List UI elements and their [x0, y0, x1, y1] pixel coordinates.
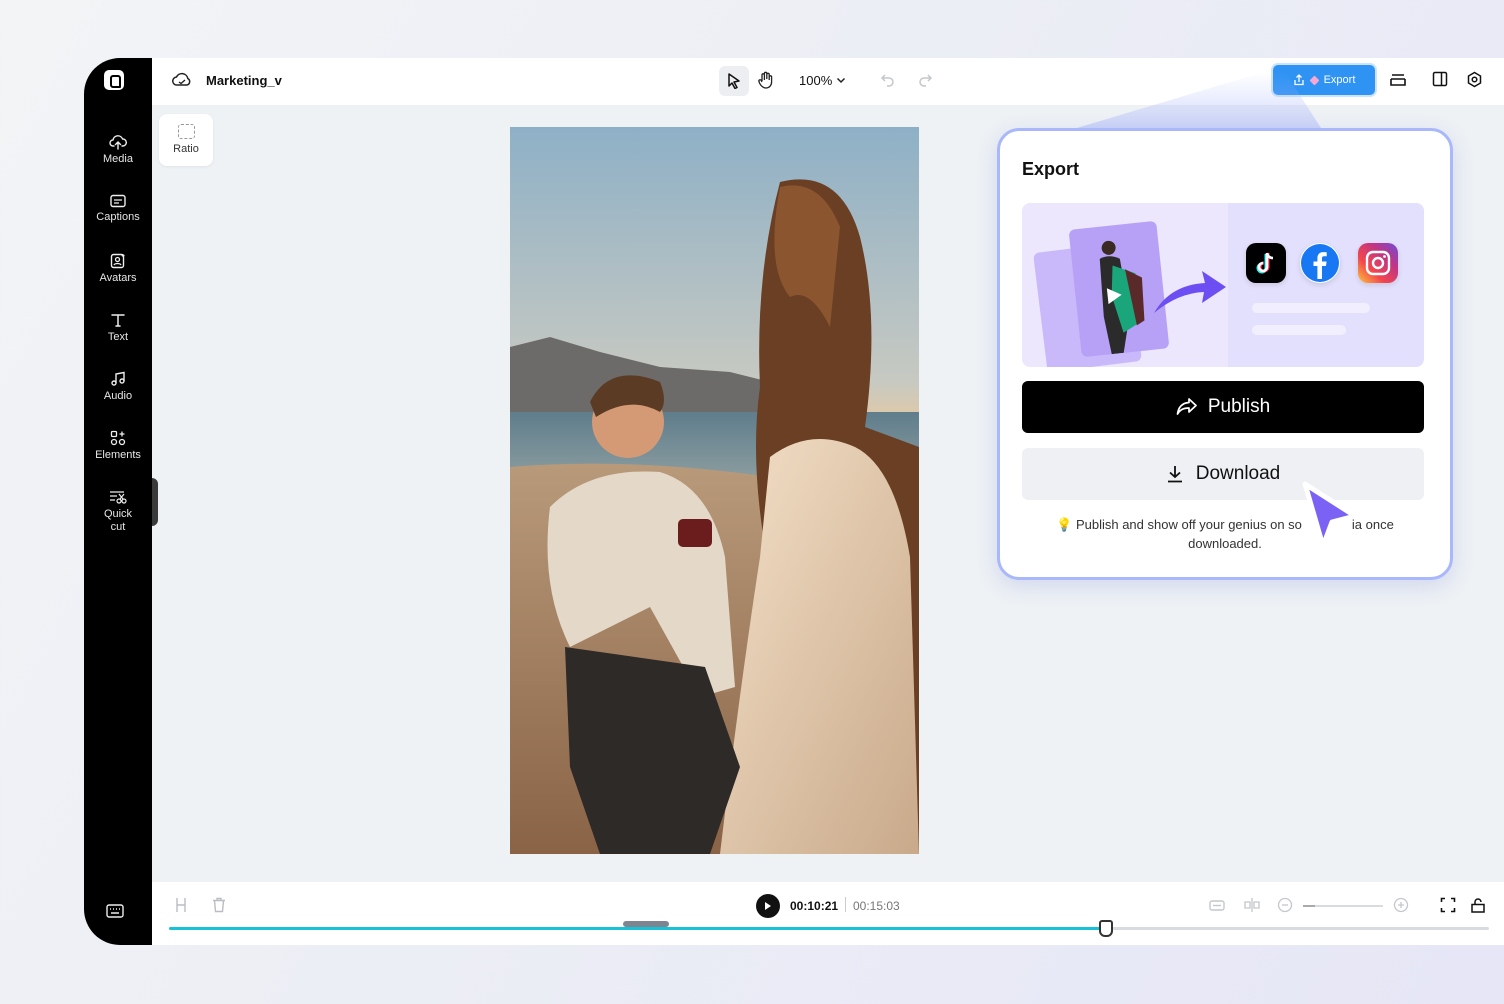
- playback-bar: 00:10:21 00:15:03: [152, 882, 1504, 945]
- avatar-icon: [110, 253, 125, 269]
- publish-label: Publish: [1207, 396, 1271, 417]
- zoom-in-icon[interactable]: [1393, 897, 1409, 913]
- pointer-icon: [728, 73, 740, 89]
- lightbulb-icon: 💡: [1056, 517, 1073, 532]
- layers-icon[interactable]: [1389, 71, 1407, 89]
- sidebar-item-media[interactable]: Media: [84, 134, 152, 166]
- current-time: 00:10:21: [790, 899, 839, 913]
- premium-gem-icon: [1309, 75, 1320, 85]
- ratio-icon: [177, 124, 195, 139]
- fullscreen-icon[interactable]: [1440, 897, 1456, 913]
- sidebar-label-media: Media: [103, 153, 133, 165]
- split-icon[interactable]: [174, 897, 188, 913]
- instagram-icon: [1358, 243, 1398, 283]
- time-separator: [845, 897, 846, 912]
- sidebar-item-audio[interactable]: Audio: [84, 371, 152, 403]
- playhead-handle[interactable]: [1099, 920, 1114, 937]
- split-audio-icon[interactable]: [1243, 897, 1261, 913]
- sidebar-label-text: Text: [107, 331, 129, 343]
- total-time: 00:15:03: [853, 899, 900, 913]
- video-frame-image: [510, 127, 919, 854]
- elements-icon: [110, 430, 126, 446]
- lock-icon[interactable]: [1470, 897, 1486, 913]
- timeline-scroll-thumb[interactable]: [623, 921, 669, 927]
- quick-cut-icon: [110, 491, 127, 504]
- facebook-icon: [1300, 243, 1340, 283]
- hand-tool-icon[interactable]: [758, 71, 774, 89]
- banner-social-area: [1228, 203, 1424, 367]
- sidebar-label-audio: Audio: [103, 390, 133, 402]
- download-label: Download: [1195, 463, 1281, 484]
- export-button-label: Export: [1323, 74, 1356, 86]
- project-name[interactable]: Marketing_v: [206, 73, 282, 88]
- mouse-pointer-icon: [1302, 481, 1358, 549]
- sidebar-label-quick-cut: Quick cut: [103, 508, 133, 533]
- sidebar-label-captions: Captions: [96, 211, 140, 223]
- export-panel: Export Publish Download 💡 Publish and sh…: [997, 128, 1453, 580]
- download-button[interactable]: Download: [1022, 448, 1424, 500]
- music-icon: [111, 371, 125, 386]
- export-note-text: Publish and show off your genius on so: [1075, 517, 1302, 532]
- sidebar-label-elements: Elements: [95, 449, 141, 461]
- sidebar-collapse-handle[interactable]: [152, 478, 158, 526]
- download-icon: [1167, 466, 1182, 483]
- undo-icon[interactable]: [880, 72, 896, 88]
- ratio-label: Ratio: [173, 143, 199, 155]
- keyboard-shortcuts-button[interactable]: [106, 904, 124, 923]
- zoom-value: 100%: [799, 73, 833, 88]
- share-upload-icon: [1293, 74, 1304, 86]
- delete-icon[interactable]: [212, 897, 226, 913]
- sidebar-item-avatars[interactable]: Avatars: [84, 253, 152, 285]
- sidebar-label-avatars: Avatars: [99, 272, 137, 284]
- zoom-dropdown[interactable]: 100%: [799, 73, 846, 88]
- export-illustration: [1022, 203, 1424, 367]
- cloud-upload-icon: [109, 135, 127, 150]
- cloud-sync-icon[interactable]: [172, 72, 192, 88]
- chevron-down-icon: [837, 77, 846, 84]
- text-icon: [111, 314, 125, 327]
- play-button[interactable]: [756, 894, 780, 918]
- redo-icon[interactable]: [917, 72, 933, 88]
- publish-button[interactable]: Publish: [1022, 381, 1424, 433]
- sidebar-item-text[interactable]: Text: [84, 312, 152, 344]
- video-preview[interactable]: [510, 127, 919, 854]
- timeline-zoom-slider[interactable]: [1303, 905, 1383, 907]
- timeline-track[interactable]: [169, 927, 1489, 930]
- play-icon: [765, 902, 771, 910]
- keyboard-icon: [106, 904, 124, 918]
- placeholder-line: [1252, 303, 1370, 313]
- ratio-button[interactable]: Ratio: [159, 114, 213, 166]
- select-tool-button[interactable]: [719, 66, 749, 96]
- panel-layout-icon[interactable]: [1432, 71, 1448, 87]
- placeholder-line: [1252, 325, 1346, 335]
- caption-sync-icon[interactable]: [1208, 897, 1226, 913]
- tiktok-icon: [1246, 243, 1286, 283]
- settings-icon[interactable]: [1466, 71, 1483, 88]
- sidebar-item-captions[interactable]: Captions: [84, 194, 152, 224]
- export-panel-title: Export: [1022, 159, 1080, 179]
- share-arrow-icon: [1176, 398, 1197, 415]
- captions-icon: [110, 194, 126, 208]
- arrow-right-icon: [1154, 271, 1226, 313]
- left-sidebar: Media Captions Avatars Text Audio Elemen…: [84, 58, 152, 945]
- sidebar-item-quick-cut[interactable]: Quick cut: [84, 489, 152, 534]
- sidebar-item-elements[interactable]: Elements: [84, 430, 152, 462]
- timeline-progress: [169, 927, 1107, 930]
- app-logo[interactable]: [104, 70, 124, 90]
- zoom-out-icon[interactable]: [1277, 897, 1293, 913]
